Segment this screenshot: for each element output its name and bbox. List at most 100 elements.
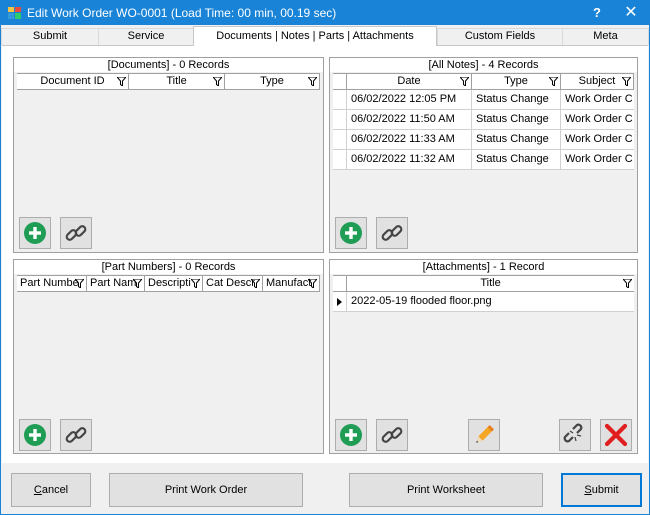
- column-label: Document ID: [40, 75, 105, 87]
- filter-icon[interactable]: [549, 77, 558, 86]
- column-label: Subject: [578, 75, 616, 87]
- add-part-button[interactable]: [19, 419, 51, 451]
- table-row[interactable]: 06/02/2022 11:32 AM Status Change Work O…: [333, 150, 634, 170]
- column-header-cat-description[interactable]: Cat Descr: [203, 276, 263, 291]
- tab-documents-notes-parts-attachments[interactable]: Documents | Notes | Parts | Attachments: [193, 26, 437, 46]
- link-part-button[interactable]: [60, 419, 92, 451]
- note-subject: Work Order C: [565, 93, 633, 105]
- note-subject: Work Order C: [565, 113, 633, 125]
- row-selector[interactable]: [333, 292, 347, 311]
- current-row-arrow-icon: [337, 298, 342, 306]
- table-row[interactable]: 06/02/2022 11:50 AM Status Change Work O…: [333, 110, 634, 130]
- documents-caption: [Documents] - 0 Records: [14, 58, 323, 72]
- column-label: Part Numbe: [20, 277, 79, 289]
- attachments-caption: [Attachments] - 1 Record: [330, 260, 637, 274]
- documents-panel: [Documents] - 0 Records Document ID Titl…: [13, 57, 324, 253]
- column-label: Title: [166, 75, 187, 87]
- column-header-subject[interactable]: Subject: [561, 74, 634, 89]
- column-header-date[interactable]: Date: [347, 74, 472, 89]
- link-document-button[interactable]: [60, 217, 92, 249]
- cancel-button[interactable]: Cancel: [11, 473, 91, 507]
- column-label: Descripti: [148, 277, 191, 289]
- link-attachment-button[interactable]: [376, 419, 408, 451]
- attachments-grid[interactable]: Title 2022-05-19 flooded floor.png: [333, 275, 634, 416]
- tab-submit[interactable]: Submit: [1, 28, 99, 45]
- delete-attachment-button[interactable]: [600, 419, 632, 451]
- column-label: Type: [260, 75, 284, 87]
- column-header-type[interactable]: Type: [472, 74, 561, 89]
- edit-attachment-button[interactable]: [468, 419, 500, 451]
- parts-grid[interactable]: Part Numbe Part Nam Descripti Cat Descr …: [17, 275, 320, 416]
- help-button[interactable]: ?: [581, 1, 613, 25]
- table-row[interactable]: 06/02/2022 11:33 AM Status Change Work O…: [333, 130, 634, 150]
- tab-strip: Submit Service Documents | Notes | Parts…: [1, 26, 649, 46]
- column-header-type[interactable]: Type: [225, 74, 320, 89]
- filter-icon[interactable]: [460, 77, 469, 86]
- column-header-part-number[interactable]: Part Numbe: [17, 276, 87, 291]
- submit-button[interactable]: Submit: [561, 473, 642, 507]
- delete-x-icon: [604, 423, 628, 447]
- add-attachment-button[interactable]: [335, 419, 367, 451]
- column-header-part-name[interactable]: Part Nam: [87, 276, 145, 291]
- filter-icon[interactable]: [308, 279, 317, 288]
- column-header-description[interactable]: Descripti: [145, 276, 203, 291]
- cancel-mnemonic: C: [33, 484, 42, 496]
- filter-icon[interactable]: [117, 77, 126, 86]
- column-label: Date: [397, 75, 421, 87]
- column-label: Part Nam: [90, 277, 137, 289]
- add-note-button[interactable]: [335, 217, 367, 249]
- note-date: 06/02/2022 11:32 AM: [347, 150, 472, 169]
- filter-icon[interactable]: [133, 279, 142, 288]
- submit-mnemonic: S: [584, 484, 592, 496]
- unlink-attachment-button[interactable]: [559, 419, 591, 451]
- documents-grid[interactable]: Document ID Title Type: [17, 73, 320, 214]
- attachments-grid-header: Title: [333, 275, 634, 292]
- add-icon: [340, 222, 362, 244]
- column-header-title[interactable]: Title: [129, 74, 225, 89]
- note-date: 06/02/2022 11:33 AM: [347, 130, 472, 149]
- row-selector[interactable]: [333, 150, 347, 169]
- add-document-button[interactable]: [19, 217, 51, 249]
- link-note-button[interactable]: [376, 217, 408, 249]
- chain-link-icon: [65, 225, 87, 241]
- note-date: 06/02/2022 12:05 PM: [347, 90, 472, 109]
- parts-grid-header: Part Numbe Part Nam Descripti Cat Descr …: [17, 275, 320, 292]
- filter-icon[interactable]: [191, 279, 200, 288]
- column-header-document-id[interactable]: Document ID: [17, 74, 129, 89]
- documents-grid-header: Document ID Title Type: [17, 73, 320, 90]
- tab-meta[interactable]: Meta: [562, 28, 649, 45]
- column-label: Cat Descr: [206, 277, 255, 289]
- table-row[interactable]: 06/02/2022 12:05 PM Status Change Work O…: [333, 90, 634, 110]
- filter-icon[interactable]: [623, 279, 632, 288]
- filter-icon[interactable]: [308, 77, 317, 86]
- app-icon: [8, 7, 21, 19]
- add-icon: [340, 424, 362, 446]
- row-selector[interactable]: [333, 90, 347, 109]
- row-selector[interactable]: [333, 110, 347, 129]
- note-type: Status Change: [472, 110, 561, 129]
- notes-grid[interactable]: Date Type Subject 06/02/2022 12:05 PM St…: [333, 73, 634, 214]
- chain-link-icon: [381, 427, 403, 443]
- tab-service[interactable]: Service: [98, 28, 194, 45]
- tab-custom-fields[interactable]: Custom Fields: [437, 28, 563, 45]
- column-header-title[interactable]: Title: [347, 276, 634, 291]
- window-title: Edit Work Order WO-0001 (Load Time: 00 m…: [27, 6, 337, 20]
- column-header-manufacturer[interactable]: Manufact: [263, 276, 320, 291]
- filter-icon[interactable]: [213, 77, 222, 86]
- title-bar: Edit Work Order WO-0001 (Load Time: 00 m…: [1, 1, 649, 25]
- submit-label: ubmit: [591, 484, 619, 496]
- notes-panel: [All Notes] - 4 Records Date Type Subjec…: [329, 57, 638, 253]
- print-worksheet-button[interactable]: Print Worksheet: [349, 473, 543, 507]
- row-selector[interactable]: [333, 130, 347, 149]
- note-type: Status Change: [472, 130, 561, 149]
- cancel-label: ancel: [41, 484, 69, 496]
- filter-icon[interactable]: [622, 77, 631, 86]
- print-work-order-button[interactable]: Print Work Order: [109, 473, 303, 507]
- tab-content: [Documents] - 0 Records Document ID Titl…: [2, 45, 648, 463]
- close-button[interactable]: ✕: [615, 1, 647, 25]
- notes-caption: [All Notes] - 4 Records: [330, 58, 637, 72]
- filter-icon[interactable]: [251, 279, 260, 288]
- table-row[interactable]: 2022-05-19 flooded floor.png: [333, 292, 634, 312]
- filter-icon[interactable]: [75, 279, 84, 288]
- row-selector-header: [333, 276, 347, 291]
